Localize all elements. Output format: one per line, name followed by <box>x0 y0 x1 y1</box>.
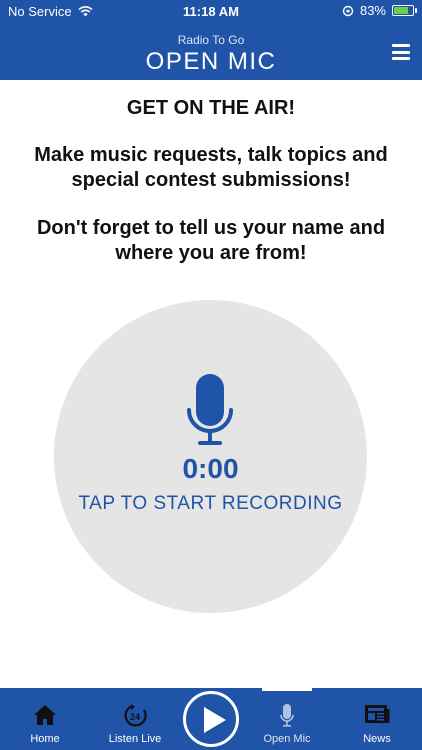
svg-text:24: 24 <box>130 712 140 722</box>
tab-listen-live[interactable]: 24 Listen Live <box>93 688 177 750</box>
battery-icon <box>392 5 417 16</box>
battery-level <box>394 7 409 14</box>
record-label: TAP TO START RECORDING <box>78 493 343 514</box>
reminder-text: Don't forget to tell us your name and wh… <box>36 217 386 264</box>
microphone-icon <box>280 704 294 727</box>
tab-news-label: News <box>363 733 391 745</box>
battery-percent: 83% <box>359 3 386 18</box>
header-subtitle: Radio To Go <box>177 33 245 47</box>
tab-news[interactable]: News <box>335 688 419 750</box>
tab-open-mic[interactable]: Open Mic <box>245 688 329 750</box>
newspaper-icon <box>365 705 390 723</box>
status-right: 83% <box>342 3 417 18</box>
listen-live-24-icon: 24 <box>124 704 147 727</box>
hamburger-menu-icon[interactable] <box>392 44 410 60</box>
record-button[interactable]: 0:00 TAP TO START RECORDING <box>54 300 367 613</box>
instructions-text: Make music requests, talk topics and spe… <box>34 144 388 191</box>
page-title: OPEN MIC <box>145 48 277 75</box>
tab-open-mic-label: Open Mic <box>263 733 311 745</box>
main-content: GET ON THE AIR! Make music requests, tal… <box>0 96 422 266</box>
play-button[interactable] <box>183 691 239 747</box>
orientation-lock-icon <box>342 5 354 16</box>
app-header: Radio To Go OPEN MIC <box>0 22 422 80</box>
tab-home[interactable]: Home <box>3 688 87 750</box>
tab-listen-live-label: Listen Live <box>108 733 162 745</box>
microphone-icon <box>187 374 233 445</box>
status-bar: No Service 11:18 AM 83% <box>0 0 422 22</box>
recording-timer: 0:00 <box>182 453 239 484</box>
headline-text: GET ON THE AIR! <box>126 97 296 119</box>
tab-home-label: Home <box>30 733 60 745</box>
play-icon <box>204 707 226 733</box>
home-icon <box>34 705 56 725</box>
